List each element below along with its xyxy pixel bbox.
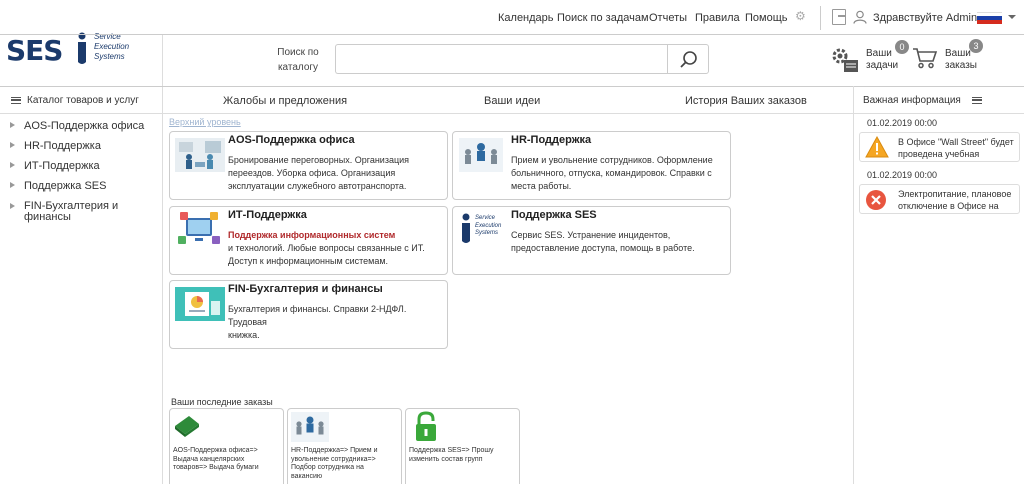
ses-logo-icon bbox=[462, 213, 470, 243]
sidebar-item-it[interactable]: ИТ-Поддержка bbox=[10, 161, 100, 172]
notice-item[interactable]: Электропитание, плановое отключение в Оф… bbox=[859, 184, 1020, 214]
sidebar-item-ses[interactable]: Поддержка SES bbox=[10, 181, 106, 192]
user-greeting[interactable]: Здравствуйте Admin A bbox=[873, 12, 987, 24]
logo[interactable]: SES Service Execution Systems bbox=[6, 30, 136, 70]
recent-order-text: HR-Поддержка=> Прием и увольнение сотрудн… bbox=[291, 447, 378, 480]
language-flag-icon[interactable] bbox=[977, 12, 1002, 24]
search-button[interactable] bbox=[667, 44, 709, 74]
logo-mark-icon bbox=[78, 32, 86, 64]
recent-order-text: AOS-Поддержка офиса=> Выдача канцелярских… bbox=[173, 447, 259, 471]
divider bbox=[853, 86, 854, 484]
catalog-header[interactable]: Каталог товаров и услуг bbox=[11, 95, 139, 106]
nav-link-task-search[interactable]: Поиск по задачам bbox=[557, 12, 649, 24]
logout-icon[interactable] bbox=[832, 9, 846, 25]
lock-icon bbox=[416, 411, 436, 441]
divider bbox=[162, 35, 163, 484]
notice-text: В Офисе "Wall Street" будет проведена уч… bbox=[898, 137, 1014, 159]
card-description: Бронирование переговорных. Организация пе… bbox=[228, 155, 410, 191]
sidebar-item-aos[interactable]: AOS-Поддержка офиса bbox=[10, 121, 144, 132]
catalog-card-aos[interactable]: AOS-Поддержка офиса Бронирование перегов… bbox=[169, 131, 448, 200]
warning-icon bbox=[865, 136, 889, 158]
catalog-card-ses[interactable]: Service Execution Systems Поддержка SES Се… bbox=[452, 206, 731, 275]
logo-tagline: Service Execution Systems bbox=[94, 32, 130, 61]
user-icon bbox=[853, 10, 867, 24]
search-label: Поиск по каталогу bbox=[277, 47, 319, 73]
sidebar-item-fin[interactable]: FIN-Бухгалтерия и финансы bbox=[10, 201, 118, 223]
chevron-right-icon bbox=[10, 122, 18, 128]
notice-date: 01.02.2019 00:00 bbox=[867, 118, 938, 128]
catalog-card-it[interactable]: ИТ-Поддержка Поддержка информационных си… bbox=[169, 206, 448, 275]
card-description: Поддержка информационных систем и техноло… bbox=[228, 230, 425, 266]
card-title: ИТ-Поддержка bbox=[228, 209, 307, 221]
gear-icon[interactable]: ⚙ bbox=[795, 10, 807, 22]
chevron-right-icon bbox=[10, 142, 18, 148]
recent-orders-label: Ваши последние заказы bbox=[171, 397, 273, 407]
tasks-count-badge: 0 bbox=[895, 40, 909, 54]
recent-order-card[interactable]: Поддержка SES=> Прошу изменить состав гру… bbox=[405, 408, 520, 484]
upper-level-link[interactable]: Верхний уровень bbox=[169, 117, 241, 127]
card-title: Поддержка SES bbox=[511, 209, 597, 221]
nav-link-rules[interactable]: Правила bbox=[695, 12, 740, 24]
tab-order-history[interactable]: История Ваших заказов bbox=[685, 95, 807, 107]
divider bbox=[0, 113, 1024, 114]
chevron-down-icon[interactable] bbox=[1008, 15, 1016, 23]
menu-icon bbox=[971, 96, 982, 104]
important-info-header[interactable]: Важная информация bbox=[863, 95, 982, 106]
it-illustration-icon bbox=[178, 212, 220, 244]
notice-text: Электропитание, плановое отключение в Оф… bbox=[898, 189, 1012, 211]
logo-text: SES bbox=[6, 34, 63, 67]
search-input[interactable] bbox=[335, 44, 668, 74]
ses-logo-tagline: Service Execution Systems bbox=[475, 215, 502, 236]
cart-icon[interactable] bbox=[912, 46, 938, 70]
divider bbox=[820, 6, 821, 30]
office-illustration-icon bbox=[175, 138, 225, 172]
chevron-right-icon bbox=[10, 182, 18, 188]
tab-complaints[interactable]: Жалобы и предложения bbox=[223, 95, 347, 107]
card-description: Бухгалтерия и финансы. Справки 2-НДФЛ. Т… bbox=[228, 304, 407, 340]
tasks-icon[interactable] bbox=[830, 46, 860, 74]
chevron-right-icon bbox=[10, 203, 18, 209]
card-title: HR-Поддержка bbox=[511, 134, 592, 146]
nav-link-reports[interactable]: Отчеты bbox=[649, 12, 687, 24]
nav-link-help[interactable]: Помощь bbox=[745, 12, 788, 24]
finance-illustration-icon bbox=[175, 287, 225, 321]
card-description: Прием и увольнение сотрудников. Оформлен… bbox=[511, 155, 713, 191]
nav-link-calendar[interactable]: Календарь bbox=[498, 12, 554, 24]
recent-order-text: Поддержка SES=> Прошу изменить состав гру… bbox=[409, 447, 494, 463]
error-icon bbox=[866, 190, 886, 210]
recent-order-card[interactable]: HR-Поддержка=> Прием и увольнение сотрудн… bbox=[287, 408, 402, 484]
divider bbox=[0, 34, 1024, 35]
tasks-label[interactable]: Ваши задачи bbox=[866, 48, 898, 72]
catalog-card-fin[interactable]: FIN-Бухгалтерия и финансы Бухгалтерия и … bbox=[169, 280, 448, 349]
team-illustration-icon bbox=[459, 138, 503, 172]
tab-ideas[interactable]: Ваши идеи bbox=[484, 95, 540, 107]
orders-count-badge: 3 bbox=[969, 39, 983, 53]
card-title: FIN-Бухгалтерия и финансы bbox=[228, 283, 383, 295]
paper-pack-icon bbox=[175, 416, 199, 437]
divider bbox=[0, 86, 1024, 87]
recent-order-card[interactable]: AOS-Поддержка офиса=> Выдача канцелярских… bbox=[169, 408, 284, 484]
chevron-right-icon bbox=[10, 162, 18, 168]
card-description: Сервис SES. Устранение инцидентов, предос… bbox=[511, 230, 695, 253]
top-navigation: Календарь Поиск по задачам Отчеты Правил… bbox=[0, 0, 1024, 35]
search-icon bbox=[680, 51, 697, 68]
card-title: AOS-Поддержка офиса bbox=[228, 134, 355, 146]
catalog-card-hr[interactable]: HR-Поддержка Прием и увольнение сотрудни… bbox=[452, 131, 731, 200]
sidebar-item-hr[interactable]: HR-Поддержка bbox=[10, 141, 101, 152]
notice-date: 01.02.2019 00:00 bbox=[867, 170, 938, 180]
notice-item[interactable]: В Офисе "Wall Street" будет проведена уч… bbox=[859, 132, 1020, 162]
menu-icon bbox=[11, 96, 21, 104]
team-illustration-icon bbox=[291, 412, 329, 442]
